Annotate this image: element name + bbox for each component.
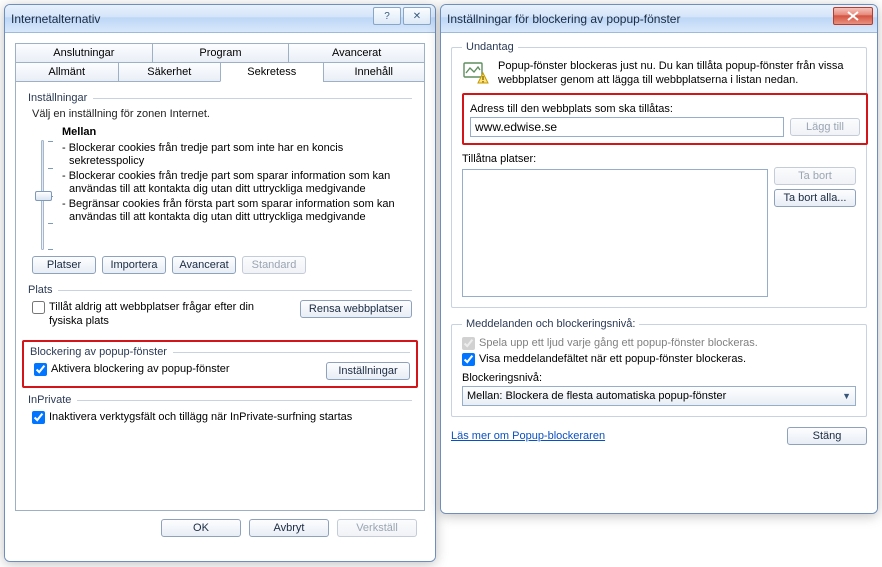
- tab-innehall[interactable]: Innehåll: [323, 62, 426, 81]
- client-area: Anslutningar Program Avancerat Allmänt S…: [5, 33, 435, 561]
- help-button[interactable]: ?: [373, 7, 401, 25]
- sites-button[interactable]: Platser: [32, 256, 96, 274]
- add-button[interactable]: Lägg till: [790, 118, 860, 136]
- window-title: Internetalternativ: [11, 12, 100, 26]
- advanced-button[interactable]: Avancerat: [172, 256, 236, 274]
- inprivate-header: InPrivate: [28, 394, 71, 406]
- location-header: Plats: [28, 284, 52, 296]
- remove-all-button[interactable]: Ta bort alla...: [774, 189, 856, 207]
- play-sound-checkbox[interactable]: Spela upp ett ljud varje gång ett popup-…: [462, 336, 856, 350]
- default-button: Standard: [242, 256, 306, 274]
- notifications-legend: Meddelanden och blockeringsnivå:: [462, 318, 639, 330]
- disallow-location-label: Tillåt aldrig att webbplatser frågar eft…: [49, 300, 262, 328]
- enable-popup-blocking-checkbox[interactable]: Aktivera blockering av popup-fönster: [34, 362, 230, 376]
- tab-anslutningar[interactable]: Anslutningar: [15, 43, 152, 62]
- play-sound-label: Spela upp ett ljud varje gång ett popup-…: [479, 336, 856, 350]
- inprivate-group: InPrivate Inaktivera verktygsfält och ti…: [28, 394, 412, 424]
- tab-program[interactable]: Program: [152, 43, 289, 62]
- settings-instruction: Välj en inställning för zonen Internet.: [32, 108, 412, 120]
- inprivate-disable-toolbars-label: Inaktivera verktygsfält och tillägg när …: [49, 410, 412, 424]
- tab-panel-sekretess: Inställningar Välj en inställning för zo…: [15, 81, 425, 511]
- blocking-level-value: Mellan: Blockera de flesta automatiska p…: [467, 390, 726, 402]
- privacy-level-slider[interactable]: [32, 126, 52, 250]
- privacy-bullet: - Blockerar cookies från tredje part som…: [62, 142, 412, 168]
- disallow-location-checkbox[interactable]: Tillåt aldrig att webbplatser frågar eft…: [32, 300, 262, 328]
- blocking-level-combo[interactable]: Mellan: Blockera de flesta automatiska p…: [462, 386, 856, 406]
- inprivate-disable-toolbars-box[interactable]: [32, 411, 45, 424]
- tab-allmant[interactable]: Allmänt: [15, 62, 118, 81]
- location-group: Plats Tillåt aldrig att webbplatser fråg…: [28, 284, 412, 330]
- popup-blocking-group: Blockering av popup-fönster Aktivera blo…: [30, 346, 410, 380]
- tab-avancerat[interactable]: Avancerat: [288, 43, 425, 62]
- address-input[interactable]: [470, 117, 784, 137]
- popup-block-icon: [462, 59, 490, 87]
- close-button[interactable]: [833, 7, 873, 25]
- privacy-bullet: - Begränsar cookies från första part som…: [62, 198, 412, 224]
- blocking-level-label: Blockeringsnivå:: [462, 372, 856, 384]
- privacy-level-description: Mellan - Blockerar cookies från tredje p…: [62, 126, 412, 250]
- titlebar[interactable]: Internetalternativ ? ✕: [5, 5, 435, 33]
- close-dialog-button[interactable]: Stäng: [787, 427, 867, 445]
- show-infobar-label: Visa meddelandefältet när ett popup-föns…: [479, 352, 856, 366]
- ok-button[interactable]: OK: [161, 519, 241, 537]
- popup-settings-button[interactable]: Inställningar: [326, 362, 410, 380]
- remove-button: Ta bort: [774, 167, 856, 185]
- tab-sekretess[interactable]: Sekretess: [220, 62, 323, 82]
- tab-sakerhet[interactable]: Säkerhet: [118, 62, 221, 81]
- clear-sites-button[interactable]: Rensa webbplatser: [300, 300, 412, 318]
- chevron-down-icon: ▼: [842, 391, 851, 401]
- popup-blocker-settings-dialog: Inställningar för blockering av popup-fö…: [440, 4, 878, 514]
- learn-more-link[interactable]: Läs mer om Popup-blockeraren: [451, 430, 605, 442]
- internet-options-dialog: Internetalternativ ? ✕ Anslutningar Prog…: [4, 4, 436, 562]
- inprivate-disable-toolbars-checkbox[interactable]: Inaktivera verktygsfält och tillägg när …: [32, 410, 412, 424]
- address-label: Adress till den webbplats som ska tillåt…: [470, 103, 860, 115]
- apply-button: Verkställ: [337, 519, 417, 537]
- client-area: Undantag Popup-fönster blockeras just nu…: [441, 33, 877, 513]
- settings-header: Inställningar: [28, 92, 87, 104]
- allowed-sites-label: Tillåtna platser:: [462, 153, 856, 165]
- window-title: Inställningar för blockering av popup-fö…: [447, 12, 680, 26]
- popup-blocking-highlight: Blockering av popup-fönster Aktivera blo…: [22, 340, 418, 388]
- exceptions-desc: Popup-fönster blockeras just nu. Du kan …: [498, 59, 856, 87]
- disallow-location-box[interactable]: [32, 301, 45, 314]
- tabstrip: Anslutningar Program Avancerat Allmänt S…: [15, 43, 425, 511]
- popup-blocking-header: Blockering av popup-fönster: [30, 346, 167, 358]
- titlebar[interactable]: Inställningar för blockering av popup-fö…: [441, 5, 877, 33]
- privacy-level-name: Mellan: [62, 126, 412, 138]
- settings-group: Inställningar Välj en inställning för zo…: [28, 92, 412, 274]
- notifications-group: Meddelanden och blockeringsnivå: Spela u…: [451, 318, 867, 417]
- close-icon: [847, 11, 859, 21]
- slider-thumb[interactable]: [35, 191, 52, 201]
- play-sound-box: [462, 337, 475, 350]
- show-infobar-box[interactable]: [462, 353, 475, 366]
- privacy-bullet: - Blockerar cookies från tredje part som…: [62, 170, 412, 196]
- enable-popup-blocking-box[interactable]: [34, 363, 47, 376]
- exceptions-legend: Undantag: [462, 41, 518, 53]
- cancel-button[interactable]: Avbryt: [249, 519, 329, 537]
- address-input-highlight: Adress till den webbplats som ska tillåt…: [462, 93, 868, 145]
- import-button[interactable]: Importera: [102, 256, 166, 274]
- allowed-sites-listbox[interactable]: [462, 169, 768, 297]
- exceptions-group: Undantag Popup-fönster blockeras just nu…: [451, 41, 867, 308]
- close-button[interactable]: ✕: [403, 7, 431, 25]
- enable-popup-blocking-label: Aktivera blockering av popup-fönster: [51, 362, 230, 376]
- dialog-buttons: OK Avbryt Verkställ: [15, 511, 425, 537]
- show-infobar-checkbox[interactable]: Visa meddelandefältet när ett popup-föns…: [462, 352, 856, 366]
